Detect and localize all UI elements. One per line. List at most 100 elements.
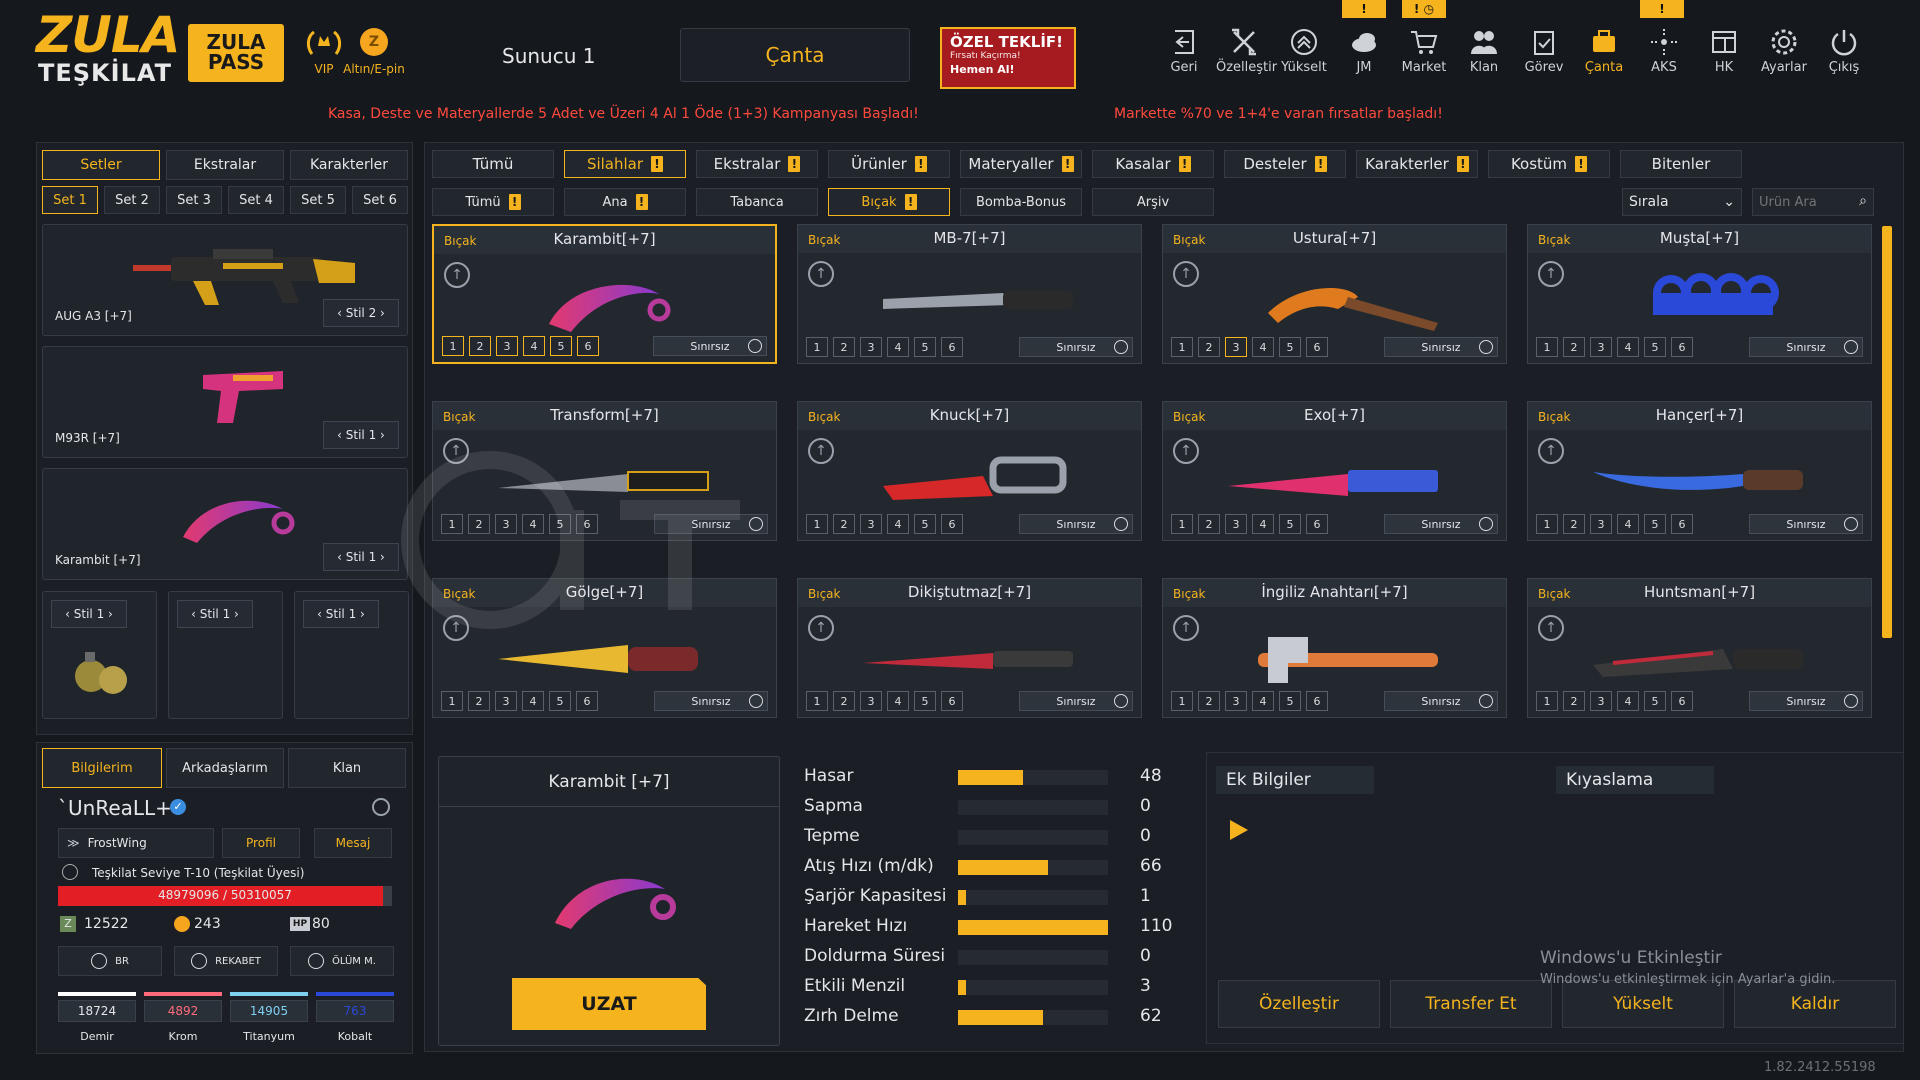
action-button-2[interactable]: Transfer Et — [1390, 980, 1552, 1028]
upgrade-level-1[interactable]: 1 — [442, 336, 464, 356]
tab-bilgilerim[interactable]: Bilgilerim — [42, 748, 162, 788]
item-card[interactable]: Bıçak Ustura[+7] ↑ 123456 Sınırsız — [1162, 224, 1507, 364]
upgrade-level-5[interactable]: 5 — [1279, 337, 1301, 357]
upgrade-level-6[interactable]: 6 — [577, 336, 599, 356]
search-input[interactable] — [1753, 189, 1849, 215]
item-card[interactable]: Bıçak Hançer[+7] ↑ 123456 Sınırsız — [1527, 401, 1872, 541]
upgrade-level-1[interactable]: 1 — [1536, 337, 1558, 357]
upgrade-level-1[interactable]: 1 — [806, 691, 828, 711]
style-selector[interactable]: ‹ Stil 2 › — [323, 299, 399, 327]
upgrade-level-6[interactable]: 6 — [1671, 514, 1693, 534]
tab-ekstralar[interactable]: Ekstralar — [166, 150, 284, 180]
upgrade-level-1[interactable]: 1 — [1536, 514, 1558, 534]
extend-button[interactable]: UZAT — [512, 978, 706, 1030]
upgrade-arrow-icon[interactable]: ↑ — [1173, 261, 1199, 287]
upgrade-level-2[interactable]: 2 — [1563, 337, 1585, 357]
search-box[interactable]: ⌕ — [1752, 188, 1874, 216]
category-tab-3[interactable]: Ekstralar! — [696, 150, 818, 178]
upgrade-level-2[interactable]: 2 — [833, 337, 855, 357]
tab-karakterler[interactable]: Karakterler — [290, 150, 408, 180]
category-tab-6[interactable]: Kasalar! — [1092, 150, 1214, 178]
scrollbar[interactable] — [1882, 226, 1892, 638]
upgrade-level-3[interactable]: 3 — [1225, 337, 1247, 357]
upgrade-level-4[interactable]: 4 — [887, 691, 909, 711]
upgrade-level-6[interactable]: 6 — [1671, 337, 1693, 357]
upgrade-level-3[interactable]: 3 — [1225, 691, 1247, 711]
upgrade-arrow-icon[interactable]: ↑ — [1538, 615, 1564, 641]
set-tab-1[interactable]: Set 1 — [42, 186, 98, 214]
upgrade-level-4[interactable]: 4 — [1252, 691, 1274, 711]
action-button-3[interactable]: Yükselt — [1562, 980, 1724, 1028]
special-offer-banner[interactable]: ÖZEL TEKLİF! Fırsatı Kaçırma! Hemen Al! — [940, 27, 1076, 89]
category-tab-1[interactable]: Tümü — [432, 150, 554, 178]
bonus-slot-2[interactable]: ‹ Stil 1 › — [294, 591, 409, 719]
nav-tools[interactable]: Özelleştir — [1216, 24, 1277, 75]
upgrade-level-2[interactable]: 2 — [469, 336, 491, 356]
category-tab-4[interactable]: Ürünler! — [828, 150, 950, 178]
category-tab-5[interactable]: Materyaller! — [960, 150, 1082, 178]
upgrade-level-4[interactable]: 4 — [1617, 691, 1639, 711]
set-tab-4[interactable]: Set 4 — [228, 186, 284, 214]
upgrade-level-4[interactable]: 4 — [1617, 337, 1639, 357]
upgrade-level-2[interactable]: 2 — [1198, 337, 1220, 357]
upgrade-level-6[interactable]: 6 — [1306, 691, 1328, 711]
upgrade-level-6[interactable]: 6 — [576, 691, 598, 711]
upgrade-level-4[interactable]: 4 — [1252, 337, 1274, 357]
upgrade-level-3[interactable]: 3 — [1590, 337, 1612, 357]
set-tab-6[interactable]: Set 6 — [352, 186, 408, 214]
upgrade-level-4[interactable]: 4 — [523, 336, 545, 356]
style-selector[interactable]: ‹ Stil 1 › — [51, 600, 127, 628]
upgrade-level-6[interactable]: 6 — [1671, 691, 1693, 711]
zula-pass-button[interactable]: ZULA PASS — [188, 24, 284, 82]
bonus-slot-1[interactable]: ‹ Stil 1 › — [168, 591, 283, 719]
action-button-1[interactable]: Özelleştir — [1218, 980, 1380, 1028]
bag-button[interactable]: Çanta — [680, 28, 910, 82]
upgrade-level-1[interactable]: 1 — [1171, 337, 1193, 357]
upgrade-level-3[interactable]: 3 — [860, 691, 882, 711]
server-name[interactable]: Sunucu 1 — [502, 44, 595, 68]
category-tab-8[interactable]: Karakterler! — [1356, 150, 1478, 178]
upgrade-level-5[interactable]: 5 — [549, 691, 571, 711]
weapon-slot-primary[interactable]: AUG A3 [+7] ‹ Stil 2 › — [42, 224, 408, 336]
sort-dropdown[interactable]: Sırala ⌄ — [1622, 188, 1742, 216]
style-selector[interactable]: ‹ Stil 1 › — [303, 600, 379, 628]
set-tab-5[interactable]: Set 5 — [290, 186, 346, 214]
subcategory-tab-6[interactable]: Arşiv — [1092, 188, 1214, 216]
upgrade-level-5[interactable]: 5 — [1644, 691, 1666, 711]
item-card[interactable]: Bıçak Muşta[+7] ↑ 123456 Sınırsız — [1527, 224, 1872, 364]
nav-gear[interactable]: Ayarlar — [1756, 24, 1812, 75]
upgrade-arrow-icon[interactable]: ↑ — [444, 262, 470, 288]
item-card[interactable]: Bıçak Karambit[+7] ↑ 123456 Sınırsız — [432, 224, 777, 364]
message-button[interactable]: Mesaj — [314, 828, 392, 858]
tab-klan[interactable]: Klan — [288, 748, 406, 788]
upgrade-arrow-icon[interactable]: ↑ — [1538, 261, 1564, 287]
mode-button-1[interactable]: BR — [58, 946, 162, 976]
nav-cart[interactable]: Market — [1396, 24, 1452, 75]
tab-ek-bilgiler[interactable]: Ek Bilgiler — [1216, 766, 1374, 794]
upgrade-level-5[interactable]: 5 — [1644, 514, 1666, 534]
tab-setler[interactable]: Setler — [42, 150, 160, 180]
nav-power[interactable]: Çıkış — [1816, 24, 1872, 75]
style-selector[interactable]: ‹ Stil 1 › — [323, 421, 399, 449]
tab-arkadaslarim[interactable]: Arkadaşlarım — [166, 748, 284, 788]
mode-button-3[interactable]: ÖLÜM M. — [290, 946, 394, 976]
upgrade-level-3[interactable]: 3 — [1590, 691, 1612, 711]
mode-button-2[interactable]: REKABET — [174, 946, 278, 976]
upgrade-level-5[interactable]: 5 — [550, 336, 572, 356]
upgrade-level-1[interactable]: 1 — [1171, 691, 1193, 711]
upgrade-level-4[interactable]: 4 — [522, 691, 544, 711]
nav-upgrade[interactable]: Yükselt — [1276, 24, 1332, 75]
upgrade-arrow-icon[interactable]: ↑ — [1538, 438, 1564, 464]
item-card[interactable]: Bıçak Huntsman[+7] ↑ 123456 Sınırsız — [1527, 578, 1872, 718]
altin-epin-button[interactable]: Z Altın/E-pin — [340, 28, 408, 76]
upgrade-level-1[interactable]: 1 — [441, 691, 463, 711]
nav-crosshair[interactable]: AKS — [1636, 24, 1692, 75]
upgrade-level-6[interactable]: 6 — [941, 691, 963, 711]
profile-button[interactable]: Profil — [222, 828, 300, 858]
nav-cloud[interactable]: JM — [1336, 24, 1392, 75]
upgrade-level-3[interactable]: 3 — [496, 336, 518, 356]
category-tab-10[interactable]: Bitenler — [1620, 150, 1742, 178]
upgrade-level-2[interactable]: 2 — [1563, 514, 1585, 534]
subcategory-tab-3[interactable]: Tabanca — [696, 188, 818, 216]
upgrade-level-2[interactable]: 2 — [1563, 691, 1585, 711]
